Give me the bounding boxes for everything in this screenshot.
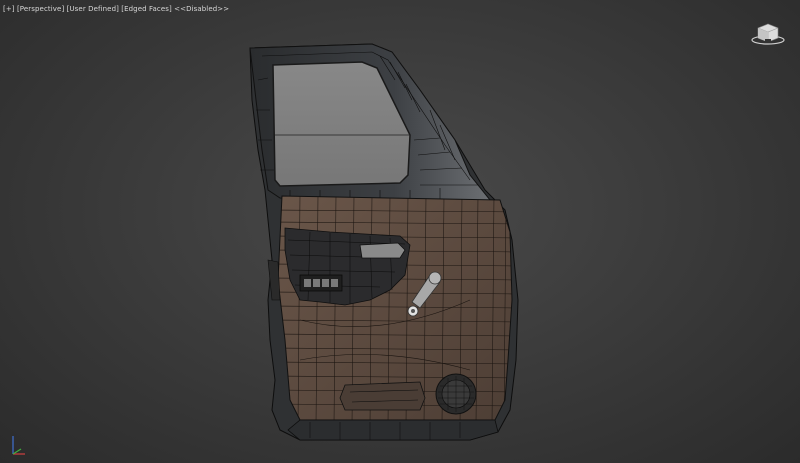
door-bottom-edge [287, 419, 499, 441]
speaker-grille [435, 373, 477, 415]
viewcube-icon[interactable] [748, 18, 788, 48]
perspective-viewport[interactable]: [+] [Perspective] [User Defined] [Edged … [0, 0, 800, 463]
axis-tripod-icon [12, 436, 25, 455]
door-pull-recess [359, 242, 406, 259]
door-model[interactable] [0, 0, 800, 463]
door-pocket [339, 381, 426, 411]
